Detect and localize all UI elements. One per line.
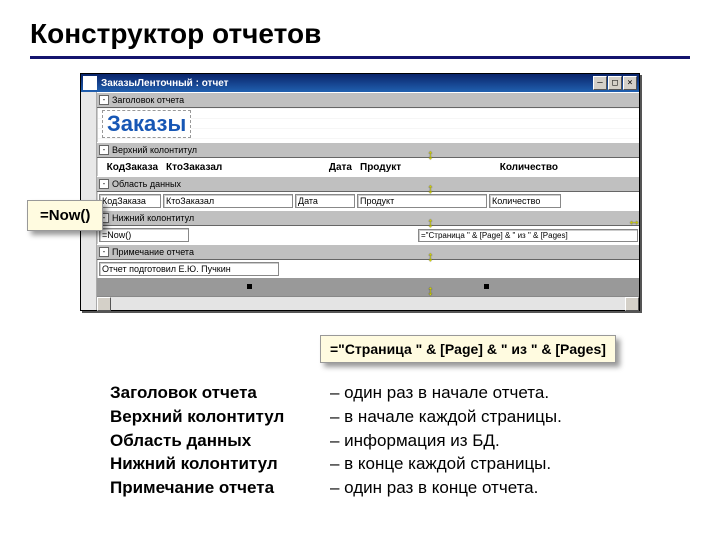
credits-label[interactable]: Отчет подготовил Е.Ю. Пучкин xyxy=(99,262,279,276)
field-page-expr[interactable]: ="Страница " & [Page] & " из " & [Pages] xyxy=(418,229,638,242)
column-header[interactable]: Дата xyxy=(295,161,355,174)
resize-arrow-icon: ↕ xyxy=(427,214,434,230)
resize-arrow-icon: ↔ xyxy=(627,212,641,228)
window-title: ЗаказыЛенточный : отчет xyxy=(101,78,593,89)
report-title-label[interactable]: Заказы xyxy=(102,110,191,138)
desc-def: – в конце каждой страницы. xyxy=(330,452,551,476)
toggle-icon[interactable]: - xyxy=(99,247,109,257)
horizontal-scrollbar[interactable] xyxy=(97,296,639,310)
field-box[interactable]: КодЗаказа xyxy=(99,194,161,208)
desc-term: Заголовок отчета xyxy=(110,381,330,405)
field-now[interactable]: =Now() xyxy=(99,228,189,242)
window-icon xyxy=(83,76,97,90)
column-header[interactable]: КтоЗаказал xyxy=(163,161,293,174)
desc-term: Примечание отчета xyxy=(110,476,330,500)
resize-arrow-icon: ↕ xyxy=(427,146,434,162)
field-box[interactable]: Дата xyxy=(295,194,355,208)
toggle-icon[interactable]: - xyxy=(99,179,109,189)
desc-term: Верхний колонтитул xyxy=(110,405,330,429)
titlebar: ЗаказыЛенточный : отчет — □ × xyxy=(81,74,639,92)
scroll-right-icon[interactable] xyxy=(625,297,639,311)
section-bar-page-footer[interactable]: - Нижний колонтитул xyxy=(97,210,639,226)
callout-now: =Now() xyxy=(27,200,103,231)
resize-arrow-icon: ↕ xyxy=(427,248,434,264)
title-underline xyxy=(30,56,690,59)
field-box[interactable]: КтоЗаказал xyxy=(163,194,293,208)
desc-def: – информация из БД. xyxy=(330,429,500,453)
toggle-icon[interactable]: - xyxy=(99,145,109,155)
toggle-icon[interactable]: - xyxy=(99,95,109,105)
column-header[interactable]: КодЗаказа xyxy=(99,161,161,174)
field-box[interactable]: Количество xyxy=(489,194,561,208)
section-bar-report-footer[interactable]: - Примечание отчета xyxy=(97,244,639,260)
description-block: Заголовок отчета– один раз в начале отче… xyxy=(110,381,690,500)
resize-arrow-icon: ↕ xyxy=(427,282,434,298)
section-bar-detail[interactable]: - Область данных xyxy=(97,176,639,192)
callout-page-expr: ="Страница " & [Page] & " из " & [Pages] xyxy=(320,335,616,363)
slide-title: Конструктор отчетов xyxy=(30,18,690,50)
column-header[interactable]: Количество xyxy=(489,161,561,174)
close-button[interactable]: × xyxy=(623,76,637,90)
resize-arrow-icon: ↕ xyxy=(427,180,434,196)
desc-term: Область данных xyxy=(110,429,330,453)
maximize-button[interactable]: □ xyxy=(608,76,622,90)
field-box[interactable]: Продукт xyxy=(357,194,487,208)
report-window: ЗаказыЛенточный : отчет — □ × - Заголово… xyxy=(80,73,640,311)
desc-def: – один раз в начале отчета. xyxy=(330,381,549,405)
selection-spacer xyxy=(97,278,639,296)
scroll-left-icon[interactable] xyxy=(97,297,111,311)
section-bar-page-header[interactable]: - Верхний колонтитул xyxy=(97,142,639,158)
minimize-button[interactable]: — xyxy=(593,76,607,90)
desc-term: Нижний колонтитул xyxy=(110,452,330,476)
desc-def: – в начале каждой страницы. xyxy=(330,405,562,429)
section-bar-report-header[interactable]: - Заголовок отчета xyxy=(97,92,639,108)
desc-def: – один раз в конце отчета. xyxy=(330,476,538,500)
app-screenshot: ЗаказыЛенточный : отчет — □ × - Заголово… xyxy=(80,73,640,311)
column-header[interactable]: Продукт xyxy=(357,161,487,174)
